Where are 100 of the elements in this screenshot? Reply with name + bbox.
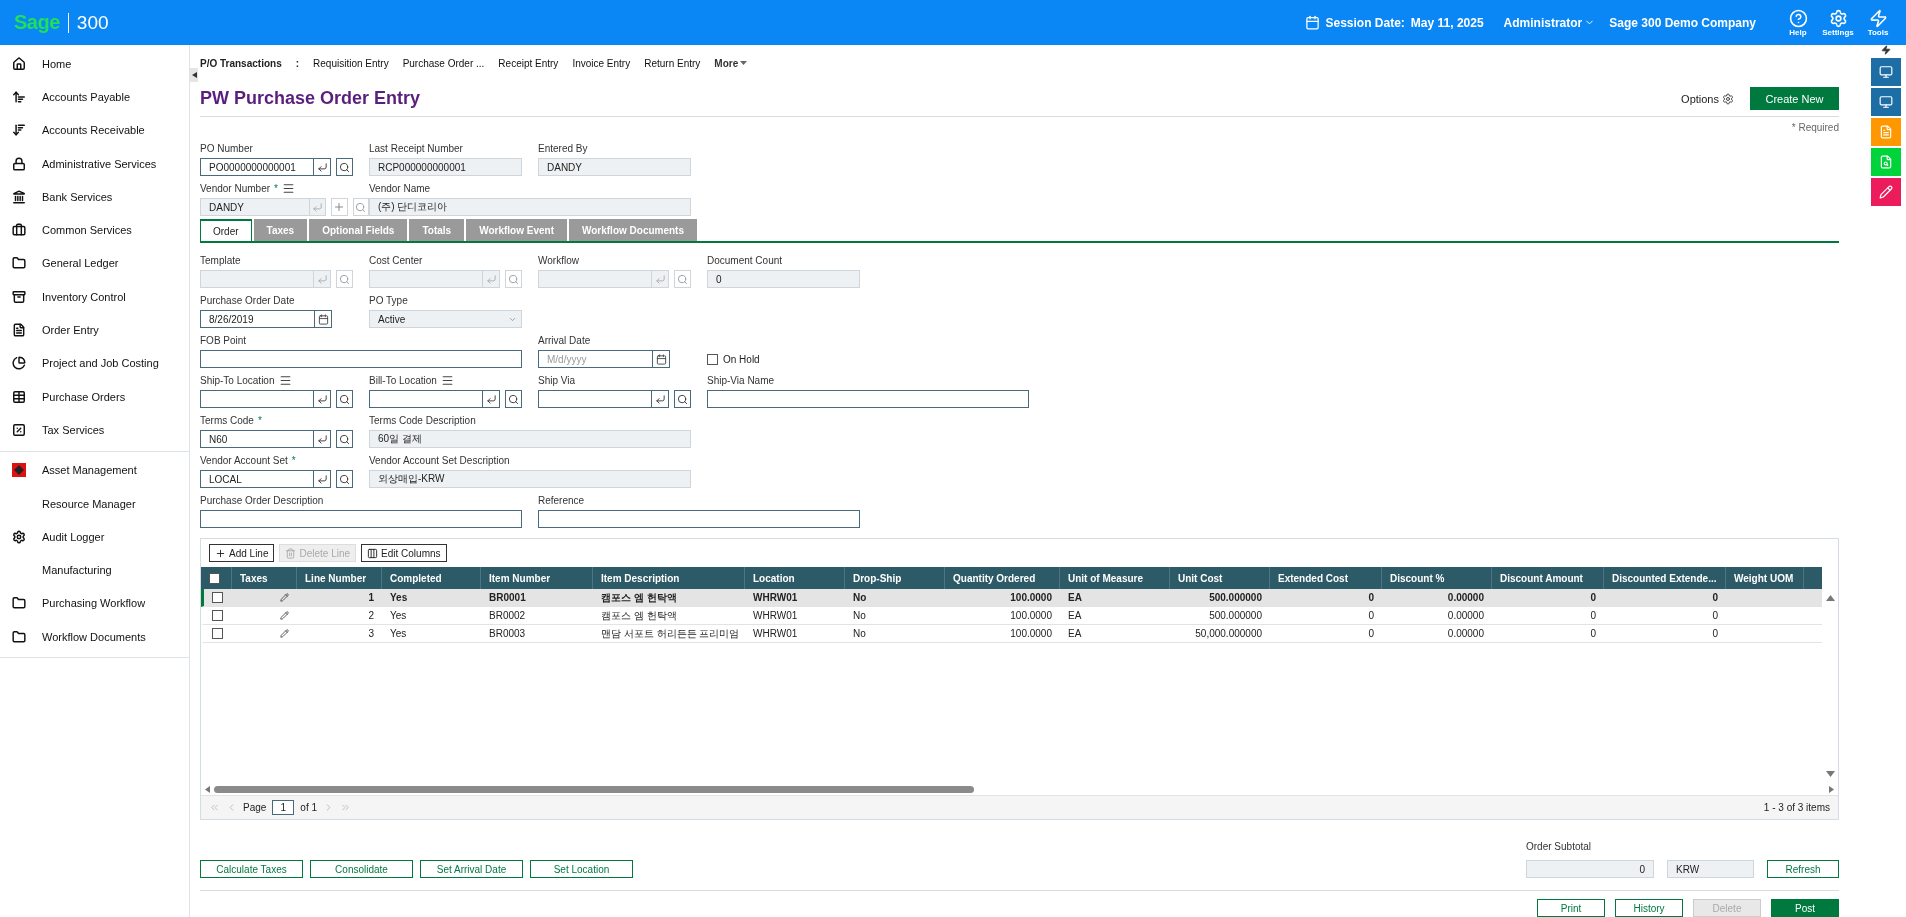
action-button[interactable]: Consolidate [310,860,413,878]
table-row[interactable]: 2 Yes BR0002 캠포스 엠 헌탁액 WHRW01 No 100.0000 EA 500.000000 0 0.00000 0 0 [201,607,1822,625]
lookup-field[interactable] [200,390,314,408]
pencil-icon[interactable] [280,611,289,620]
field-label: PO Type [369,294,408,306]
settings-icon[interactable] [1828,8,1848,28]
more-menu[interactable]: More [714,57,748,69]
edit-button[interactable] [1871,178,1901,206]
sidebar-item[interactable]: General Ledger [0,246,189,281]
nav-link[interactable]: Requisition Entry [313,57,389,69]
checkbox[interactable] [212,592,223,603]
sidebar-item[interactable]: Common Services [0,213,189,247]
scroll-down-icon[interactable] [1825,771,1835,777]
pencil-icon[interactable] [280,629,289,638]
enter-button[interactable] [483,390,500,408]
create-new-button[interactable]: Create New [1750,87,1839,110]
lookup-field[interactable]: LOCAL [200,470,314,488]
table-row[interactable]: 3 Yes BR0003 맨담 서포트 허리든든 프리미엄 WHRW01 No 100.0000 EA 50,000.000000 0 0.00000 0 0 [201,625,1822,643]
search-button[interactable] [336,390,353,408]
search-button[interactable] [674,390,691,408]
date-field[interactable]: 8/26/2019 [200,310,315,328]
checkbox[interactable] [212,610,223,621]
window-button[interactable] [1871,88,1901,116]
sidebar-item[interactable]: Accounts Payable [0,80,189,114]
calendar-button[interactable] [653,350,670,368]
sidebar-item[interactable]: Purchasing Workflow [0,586,189,621]
sidebar-item[interactable]: Tax Services [0,413,189,447]
footer-button[interactable]: Post [1771,899,1839,917]
action-button[interactable]: Set Location [530,860,633,878]
nav-link[interactable]: Receipt Entry [498,57,559,69]
input-field[interactable] [707,390,1029,408]
nav-link[interactable]: Return Entry [644,57,701,69]
gear-icon [12,529,26,544]
help-icon[interactable] [1788,8,1808,28]
sidebar-item[interactable]: Order Entry [0,313,189,347]
enter-button[interactable] [314,158,331,176]
enter-button[interactable] [314,470,331,488]
search-icon [339,393,350,405]
calendar-button[interactable] [315,310,332,328]
monitor-icon [1879,95,1893,109]
search-button[interactable] [336,430,353,448]
sidebar-item[interactable]: Accounts Receivable [0,113,189,147]
lookup-field[interactable] [369,390,483,408]
lookup-field[interactable] [538,390,652,408]
file-search-icon [1879,155,1893,169]
lookup-field[interactable]: PO0000000000001 [200,158,314,176]
menu-icon[interactable] [278,373,292,387]
options-link[interactable]: Options [1681,92,1734,105]
footer-button[interactable]: Print [1537,899,1605,917]
enter-button[interactable] [314,430,331,448]
action-button[interactable]: Calculate Taxes [200,860,303,878]
sidebar-item[interactable]: Asset Management [0,453,189,487]
sidebar-item[interactable]: Workflow Documents [0,620,189,654]
field-label: Vendor Name [369,182,431,194]
document-icon [12,323,26,337]
sidebar-item[interactable]: Purchase Orders [0,379,189,414]
scroll-right-icon[interactable] [1829,785,1834,793]
lightning-icon[interactable] [1881,45,1891,55]
tab[interactable]: Order [200,219,252,241]
collapse-button[interactable] [190,68,198,82]
pencil-icon[interactable] [280,593,289,602]
checkbox[interactable] [707,353,718,365]
user-menu[interactable]: Administrator [1503,15,1583,30]
checkbox[interactable] [212,628,223,639]
field-label: Ship Via [538,374,576,386]
window-button[interactable] [1871,58,1901,86]
search-button[interactable] [336,470,353,488]
checkbox[interactable] [209,572,220,584]
sidebar-item[interactable]: Audit Logger [0,520,189,554]
enter-button[interactable] [314,390,331,408]
page-field[interactable]: 1 [272,800,295,815]
footer-button[interactable]: History [1615,899,1683,917]
scrollbar-thumb[interactable] [214,785,974,793]
sidebar-item[interactable]: Home [0,47,189,81]
refresh-button[interactable]: Refresh [1767,860,1839,878]
input-field[interactable] [200,350,522,368]
enter-button[interactable] [652,390,669,408]
input-field[interactable] [538,510,860,528]
action-button[interactable]: Set Arrival Date [420,860,523,878]
select-field[interactable]: Active [369,310,522,328]
search-button[interactable] [336,158,353,176]
search-button[interactable] [505,390,522,408]
nav-link[interactable]: Purchase Order ... [402,57,485,69]
input-field[interactable] [200,510,522,528]
edit-columns-button[interactable]: Edit Columns [361,544,447,562]
sidebar-item[interactable]: Resource Manager [0,486,189,521]
menu-icon[interactable] [440,373,454,387]
scroll-left-icon[interactable] [205,785,210,793]
plus-icon [333,201,346,213]
sidebar-item[interactable]: Administrative Services [0,146,189,181]
sidebar-item[interactable]: Inventory Control [0,280,189,314]
table-cell: No [853,610,866,621]
nav-link[interactable]: Invoice Entry [572,57,631,69]
sidebar-item[interactable]: Project and Job Costing [0,346,189,380]
scroll-up-icon[interactable] [1825,595,1835,601]
sidebar-item[interactable]: Bank Services [0,180,189,214]
lookup-field[interactable]: N60 [200,430,314,448]
table-row[interactable]: 1 Yes BR0001 캠포스 엠 헌탁액 WHRW01 No 100.0000 EA 500.000000 0 0.00000 0 0 [201,589,1822,607]
sidebar-item[interactable]: Manufacturing [0,553,189,587]
add-line-button[interactable]: Add Line [209,544,275,562]
